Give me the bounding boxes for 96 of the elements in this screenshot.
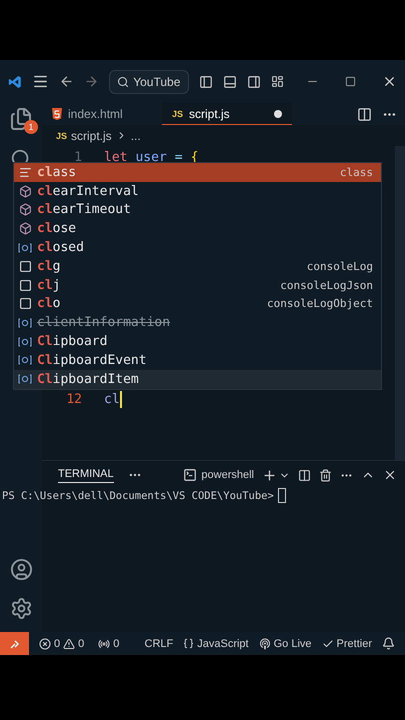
cube-icon [18, 222, 32, 236]
js-file-icon: JS [56, 130, 68, 140]
line-number: 12 [65, 392, 82, 406]
forward-arrow-icon[interactable] [84, 74, 99, 89]
problems-status[interactable]: 0 0 [39, 638, 84, 650]
line-ending-status[interactable]: CRLF [144, 638, 174, 650]
suggestion-label: clearTimeout [37, 202, 131, 218]
panel-bottom-icon[interactable] [223, 74, 237, 88]
suggestion-item[interactable]: clearInterval [14, 182, 381, 201]
suggestion-item[interactable]: close [14, 219, 381, 238]
code-token: = [174, 150, 183, 164]
cube-icon [18, 184, 32, 198]
tab-label: script.js [189, 106, 230, 120]
terminal-cursor [278, 488, 286, 503]
suggestion-label: class [37, 164, 76, 180]
notification-badge: 1 [24, 120, 38, 134]
lines-icon [18, 166, 32, 179]
close-panel-icon[interactable] [383, 468, 397, 482]
remote-button[interactable] [0, 632, 29, 655]
code-token: user [135, 150, 167, 164]
suggestion-detail: consoleLogJson [280, 278, 373, 292]
suggestion-label: clo [37, 296, 60, 312]
suggestion-label: clientInformation [37, 315, 170, 330]
check-icon [322, 638, 334, 650]
suggestion-item[interactable]: Clipboard [14, 332, 381, 351]
layout-icon[interactable] [271, 75, 284, 88]
panel-right-icon[interactable] [247, 74, 261, 88]
close-icon[interactable] [382, 74, 397, 89]
terminal-prompt: PS C:\Users\dell\Documents\VS CODE\YouTube> [2, 490, 274, 502]
breadcrumb-item[interactable]: script.js [71, 128, 112, 142]
editor-tab[interactable]: JS script.js [162, 103, 292, 125]
suggestion-item[interactable]: clj consoleLogJson [14, 276, 381, 295]
language-status[interactable]: JavaScript [183, 638, 249, 650]
square-icon [18, 260, 32, 273]
suggestion-detail: consoleLog [306, 260, 373, 273]
cube-icon [18, 203, 32, 216]
suggestion-item[interactable]: clo consoleLogObject [14, 294, 381, 314]
go-live-button[interactable]: Go Live [258, 638, 312, 650]
suggestion-label: closed [37, 240, 84, 256]
suggestion-detail: class [340, 166, 373, 179]
editor-tab[interactable]: index.html [42, 103, 162, 125]
variable-icon [18, 355, 32, 366]
code-token: let [104, 150, 128, 164]
variable-icon [18, 318, 32, 328]
broadcast-icon [258, 638, 271, 650]
suggestion-label: ClipboardItem [37, 372, 139, 387]
files-icon[interactable] [9, 107, 33, 131]
breadcrumb-item[interactable]: ... [130, 128, 141, 142]
suggestion-item[interactable]: closed [14, 238, 381, 257]
antenna-icon [98, 638, 110, 650]
suggestion-item[interactable]: clg consoleLog [14, 256, 381, 276]
variable-icon [18, 374, 32, 384]
variable-icon [18, 242, 32, 253]
warning-icon [63, 638, 76, 650]
braces-icon [183, 638, 194, 649]
suggestion-item[interactable]: ClipboardEvent [14, 350, 381, 370]
terminal-icon [183, 468, 198, 482]
error-icon [39, 638, 51, 650]
prettier-status[interactable]: Prettier [322, 638, 372, 650]
suggestion-item[interactable]: class class [14, 163, 381, 182]
suggestion-item[interactable]: clientInformation [14, 313, 381, 332]
suggestion-item[interactable]: ClipboardItem [14, 370, 381, 389]
js-file-icon: JS [172, 108, 184, 118]
square-icon [18, 278, 32, 292]
panel-tab[interactable]: TERMINAL [58, 468, 114, 482]
search-icon [117, 76, 130, 88]
split-terminal-icon[interactable] [298, 468, 311, 482]
panel-left-icon[interactable] [199, 74, 213, 88]
ports-status[interactable]: 0 [98, 638, 120, 650]
terminal-name[interactable]: powershell [201, 469, 254, 481]
trash-icon[interactable] [319, 468, 332, 482]
settings-icon[interactable] [10, 597, 32, 620]
app-logo-icon [8, 74, 22, 90]
tab-label: index.html [68, 107, 123, 121]
line-number: 1 [73, 150, 82, 164]
suggestion-label: Clipboard [37, 334, 108, 350]
command-search-field[interactable]: YouTube [108, 70, 189, 94]
suggestion-label: ClipboardEvent [37, 352, 147, 368]
code-token: cl [104, 392, 120, 406]
account-icon[interactable] [10, 558, 32, 581]
suggestion-label: clg [37, 258, 60, 274]
maximize-icon[interactable] [345, 76, 356, 87]
shield-file-icon [52, 108, 62, 120]
suggestion-detail: consoleLogObject [267, 297, 373, 310]
add-terminal-icon[interactable] [262, 468, 277, 482]
square-icon [18, 297, 32, 310]
suggestion-label: clj [37, 278, 60, 293]
split-editor-icon[interactable] [357, 106, 372, 122]
suggestion-label: clearInterval [37, 184, 139, 199]
variable-icon [18, 336, 32, 347]
menu-icon[interactable] [32, 73, 49, 90]
suggestion-item[interactable]: clearTimeout [14, 200, 381, 220]
bell-icon[interactable] [382, 637, 395, 650]
text-cursor [120, 390, 122, 408]
remote-icon [8, 638, 20, 650]
suggestion-label: close [37, 221, 76, 236]
